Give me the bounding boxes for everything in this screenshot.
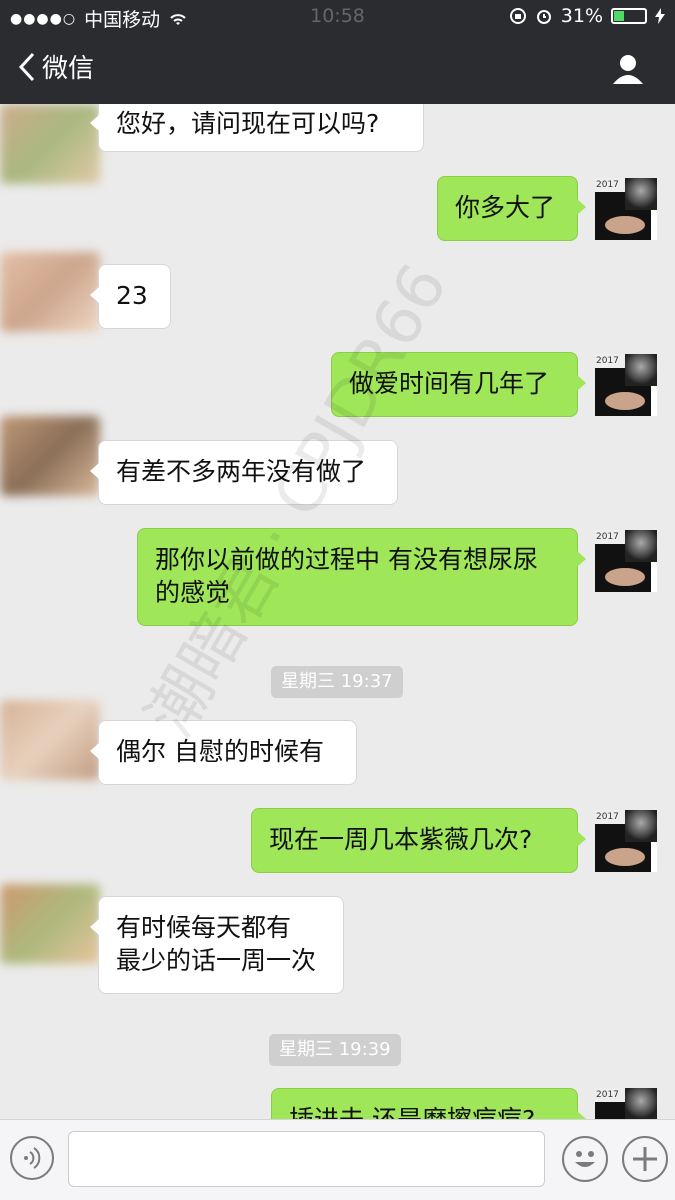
emoji-button[interactable] [562,1136,608,1182]
input-bar [0,1119,675,1200]
smiley-icon [575,1151,595,1167]
avatar-year: 2017 [595,810,628,824]
contact-avatar[interactable] [0,104,100,184]
back-label: 微信 [42,54,95,84]
battery-icon [611,8,647,24]
charging-icon [655,8,665,24]
rotation-lock-icon [509,8,526,24]
message-bubble[interactable]: 做爱时间有几年了 [331,352,586,417]
more-button[interactable] [622,1136,668,1182]
my-avatar[interactable]: 2017 [595,530,657,592]
voice-icon [24,1147,41,1169]
battery-percent: 31% [560,5,603,27]
avatar-year: 2017 [595,530,628,544]
message-bubble[interactable]: 有时候每天都有 最少的话一周一次 [90,896,344,994]
nav-bar: 微信 [0,34,675,104]
avatar-year: 2017 [595,178,628,192]
message-bubble[interactable]: 23 [90,264,171,329]
my-avatar[interactable]: 2017 [595,354,657,416]
contact-avatar[interactable] [0,884,100,964]
status-bar: ●●●●○ 中国移动 10:58 31% [0,0,675,34]
voice-input-button[interactable] [10,1136,54,1180]
my-avatar[interactable]: 2017 [595,178,657,240]
chat-timestamp: 星期三 19:39 [269,1034,401,1066]
message-bubble[interactable]: 插进去 还是磨擦痘痘? [271,1088,586,1119]
message-bubble[interactable]: 现在一周几本紫薇几次? [251,808,586,873]
message-bubble[interactable]: 有差不多两年没有做了 [90,440,398,505]
chevron-left-icon [18,52,35,81]
back-button[interactable]: 微信 [18,48,94,85]
message-bubble[interactable]: 那你以前做的过程中 有没有想尿尿的感觉 [137,528,586,626]
message-bubble[interactable]: 你多大了 [437,176,586,241]
avatar-year: 2017 [595,354,628,368]
contact-avatar[interactable] [0,252,100,332]
message-bubble[interactable]: 您好，请问现在可以吗? [90,104,424,152]
profile-icon[interactable] [611,52,645,86]
plus-icon [633,1147,657,1171]
chat-area[interactable]: 您好，请问现在可以吗? 你多大了 2017 23 做爱时间有几年了 2017 有… [0,104,675,1119]
message-bubble[interactable]: 偶尔 自慰的时候有 [90,720,357,785]
message-input[interactable] [68,1131,545,1187]
my-avatar[interactable]: 2017 [595,1088,657,1119]
avatar-year: 2017 [595,1088,628,1102]
alarm-icon [536,10,551,24]
my-avatar[interactable]: 2017 [595,810,657,872]
contact-avatar[interactable] [0,416,100,496]
contact-avatar[interactable] [0,700,100,780]
chat-timestamp: 星期三 19:37 [271,666,403,698]
